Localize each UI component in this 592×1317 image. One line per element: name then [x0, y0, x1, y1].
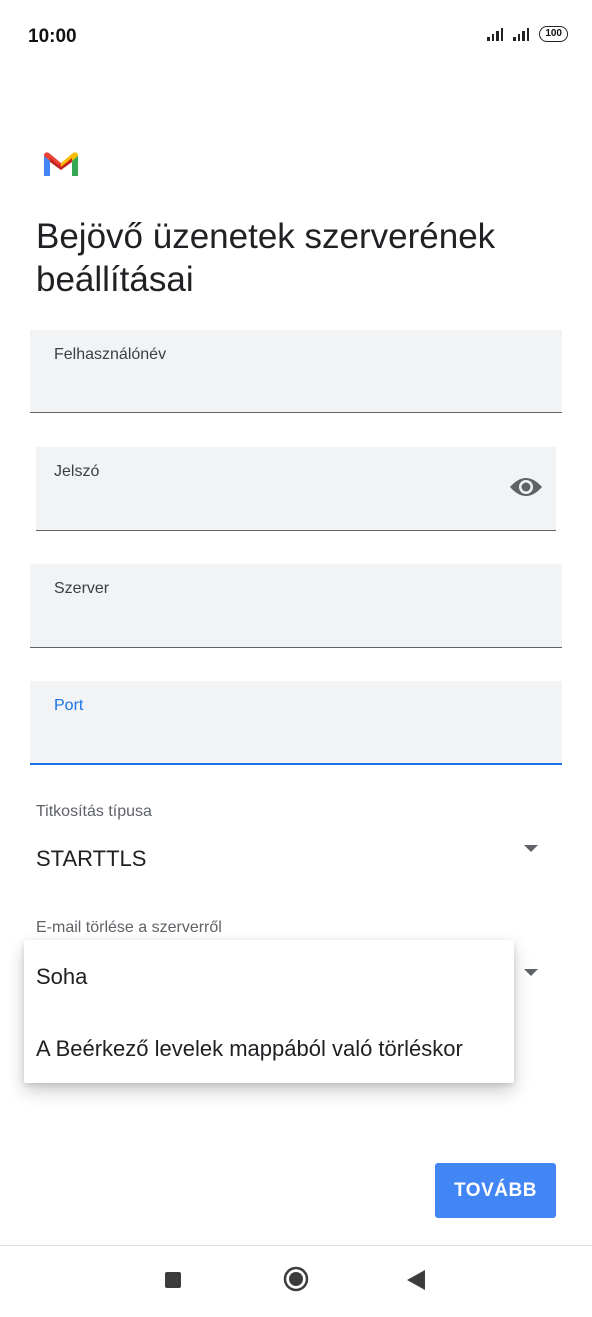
- menu-item-never[interactable]: Soha: [36, 964, 87, 990]
- chevron-down-icon[interactable]: [524, 969, 538, 976]
- password-label: Jelszó: [54, 463, 100, 480]
- eye-icon[interactable]: [508, 473, 544, 501]
- navigation-bar: [0, 1245, 592, 1317]
- port-label: Port: [54, 697, 84, 714]
- username-input[interactable]: [54, 372, 510, 404]
- page-title: Bejövő üzenetek szerverének beállításai: [36, 217, 496, 299]
- server-input[interactable]: [54, 607, 510, 639]
- home-circle-icon[interactable]: [283, 1266, 309, 1292]
- username-field[interactable]: Felhasználónév: [30, 330, 562, 413]
- username-label: Felhasználónév: [54, 346, 167, 363]
- delete-from-server-label: E-mail törlése a szerverről: [36, 919, 222, 936]
- next-button[interactable]: TOVÁBB: [435, 1163, 556, 1218]
- status-time: 10:00: [28, 26, 77, 47]
- chevron-down-icon[interactable]: [524, 845, 538, 852]
- back-triangle-icon[interactable]: [407, 1270, 425, 1290]
- server-field[interactable]: Szerver: [30, 564, 562, 648]
- signal-icon: [487, 27, 504, 41]
- signal-icon: [513, 27, 530, 41]
- status-bar: 10:00 100: [0, 0, 592, 72]
- status-icons: 100: [487, 26, 568, 42]
- port-input[interactable]: [54, 723, 510, 755]
- password-field[interactable]: Jelszó: [36, 447, 556, 531]
- battery-icon: 100: [539, 26, 568, 42]
- password-input[interactable]: [54, 490, 498, 522]
- server-label: Szerver: [54, 580, 110, 597]
- encryption-label: Titkosítás típusa: [36, 803, 152, 820]
- recents-square-icon[interactable]: [165, 1272, 181, 1288]
- gmail-logo-icon: [44, 152, 78, 176]
- port-field[interactable]: Port: [30, 681, 562, 765]
- delete-options-menu: Soha A Beérkező levelek mappából való tö…: [24, 940, 514, 1083]
- encryption-value[interactable]: STARTTLS: [36, 846, 146, 872]
- menu-item-on-inbox-delete[interactable]: A Beérkező levelek mappából való törlésk…: [36, 1036, 463, 1062]
